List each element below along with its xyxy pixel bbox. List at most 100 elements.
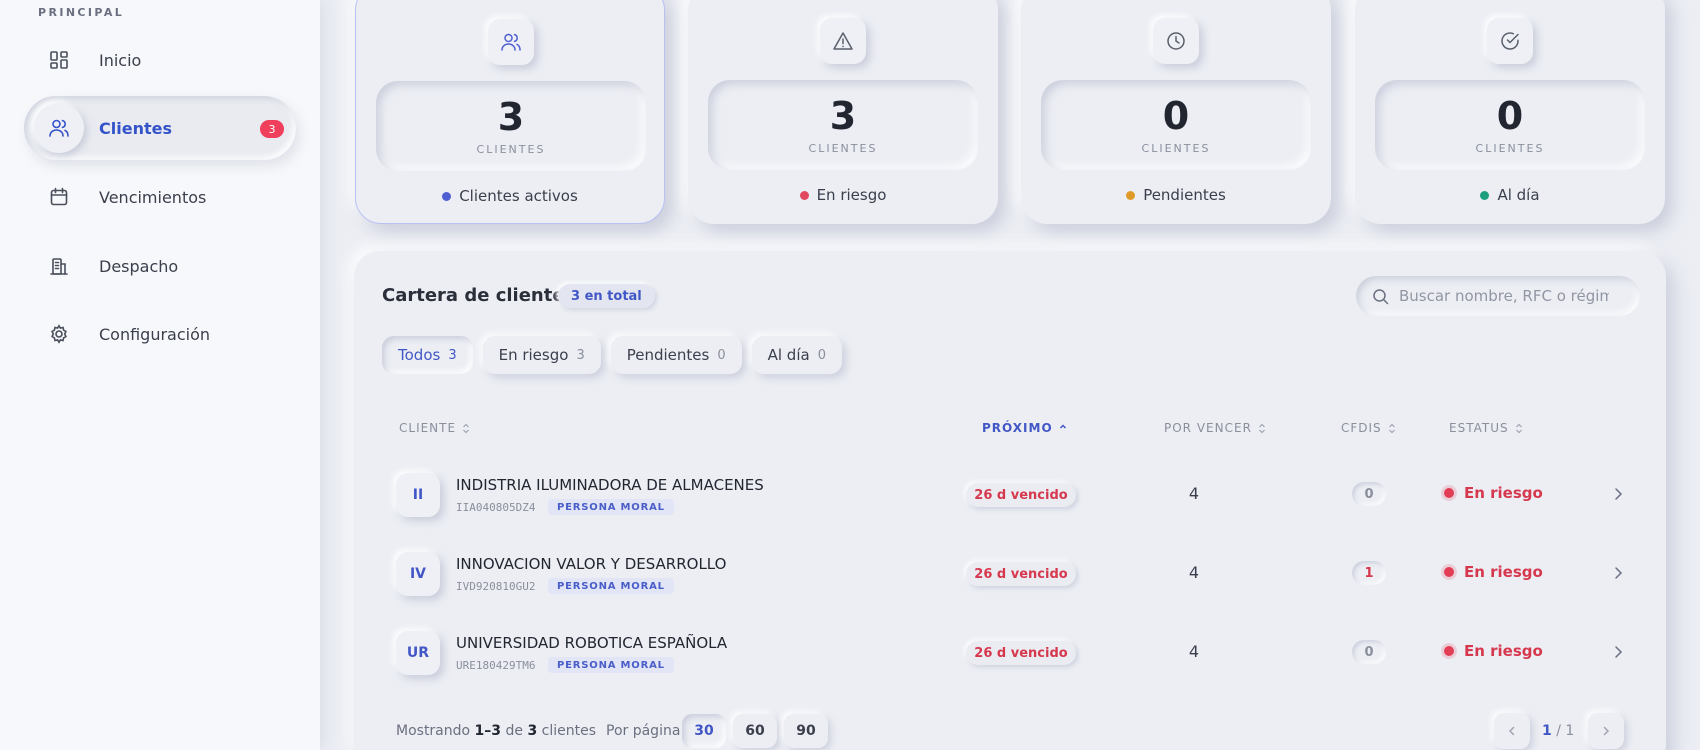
por-vencer-count: 4 <box>1188 642 1200 661</box>
stat-card-pendientes[interactable]: 0 CLIENTES Pendientes <box>1021 0 1331 224</box>
filter-tab-pendientes[interactable]: Pendientes 0 <box>610 336 742 374</box>
sort-ascending-icon <box>1059 423 1067 434</box>
client-name: UNIVERSIDAD ROBOTICA ESPAÑOLA <box>456 634 728 652</box>
stat-caption: Pendientes <box>1021 186 1331 204</box>
status-label: En riesgo <box>1464 563 1543 581</box>
cfdi-count: 0 <box>1352 640 1386 664</box>
sort-icon <box>462 423 470 434</box>
filter-tab-count: 0 <box>817 347 826 363</box>
clients-panel: Cartera de clientes 3 en total Todos 3 E… <box>354 251 1666 750</box>
client-avatar: IV <box>396 552 440 596</box>
filter-tab-al-dia[interactable]: Al día 0 <box>751 336 842 374</box>
table-row[interactable]: II INDISTRIA ILUMINADORA DE ALMACENES II… <box>354 460 1666 530</box>
building-icon <box>34 241 84 291</box>
column-header-label: POR VENCER <box>1164 421 1252 435</box>
column-header-label: ESTATUS <box>1449 421 1509 435</box>
sidebar-item-inicio[interactable]: Inicio <box>24 28 296 92</box>
stat-value-box: 3 CLIENTES <box>708 80 978 170</box>
filter-tab-label: Pendientes <box>626 346 710 364</box>
total-badge: 3 en total <box>558 284 655 308</box>
sidebar-section-title: PRINCIPAL <box>38 6 125 19</box>
sidebar: PRINCIPAL Inicio Clientes 3 Vencimientos… <box>0 0 320 750</box>
per-page-label: Por página <box>606 723 681 739</box>
sort-icon <box>1515 423 1523 434</box>
summary-text: clientes <box>541 723 596 739</box>
table-row[interactable]: UR UNIVERSIDAD ROBOTICA ESPAÑOLA URE1804… <box>354 618 1666 688</box>
stat-unit: CLIENTES <box>1141 142 1211 155</box>
status-dot <box>1444 567 1454 577</box>
stat-value: 0 <box>1162 94 1190 138</box>
column-header-cfdis[interactable]: CFDIS <box>1341 421 1396 435</box>
stat-unit: CLIENTES <box>476 143 546 156</box>
stat-caption: En riesgo <box>688 186 998 204</box>
users-icon <box>488 19 534 65</box>
summary-text: Mostrando <box>396 723 471 739</box>
por-vencer-count: 4 <box>1188 484 1200 503</box>
calendar-icon <box>34 172 84 222</box>
status-label: En riesgo <box>1464 642 1543 660</box>
stat-card-activos[interactable]: 3 CLIENTES Clientes activos <box>355 0 665 224</box>
sidebar-item-vencimientos[interactable]: Vencimientos <box>24 165 296 229</box>
column-header-estatus[interactable]: ESTATUS <box>1449 421 1523 435</box>
panel-title: Cartera de clientes <box>382 285 576 306</box>
search-icon <box>1372 288 1389 305</box>
sort-icon <box>1388 423 1396 434</box>
filter-tab-todos[interactable]: Todos 3 <box>382 336 473 374</box>
cfdi-count: 0 <box>1352 482 1386 506</box>
pager-status: 1 / 1 <box>1542 723 1574 739</box>
chevron-right-icon[interactable] <box>1608 484 1628 504</box>
due-badge: 26 d vencido <box>966 483 1076 507</box>
por-vencer-count: 4 <box>1188 563 1200 582</box>
status-label: En riesgo <box>1464 484 1543 502</box>
current-page: 1 <box>1542 723 1552 739</box>
column-header-proximo[interactable]: PRÓXIMO <box>982 421 1067 435</box>
stat-value-box: 0 CLIENTES <box>1041 80 1311 170</box>
chevron-left-icon <box>1505 724 1519 738</box>
client-type-badge: PERSONA MORAL <box>548 578 674 594</box>
page-size-60[interactable]: 60 <box>733 714 777 748</box>
column-header-cliente[interactable]: CLIENTE <box>399 421 470 435</box>
filter-tab-en-riesgo[interactable]: En riesgo 3 <box>482 336 601 374</box>
due-badge: 26 d vencido <box>966 641 1076 665</box>
stat-value-box: 3 CLIENTES <box>376 81 646 171</box>
stat-value-box: 0 CLIENTES <box>1375 80 1645 170</box>
table-row[interactable]: IV INNOVACION VALOR Y DESARROLLO IVD9208… <box>354 539 1666 609</box>
sidebar-item-clientes[interactable]: Clientes 3 <box>24 96 296 160</box>
status-dot <box>1126 190 1136 200</box>
sidebar-item-despacho[interactable]: Despacho <box>24 234 296 298</box>
users-icon <box>34 103 84 153</box>
stat-card-riesgo[interactable]: 3 CLIENTES En riesgo <box>688 0 998 224</box>
dashboard-icon <box>34 35 84 85</box>
stat-value: 3 <box>497 95 525 139</box>
page-size-30[interactable]: 30 <box>682 714 726 748</box>
chevron-right-icon[interactable] <box>1608 642 1628 662</box>
page-size-90[interactable]: 90 <box>784 714 828 748</box>
client-avatar: UR <box>396 631 440 675</box>
cfdi-count: 1 <box>1352 561 1386 585</box>
column-header-por-vencer[interactable]: POR VENCER <box>1164 421 1266 435</box>
stat-caption: Al día <box>1355 186 1665 204</box>
next-page-button[interactable] <box>1588 713 1624 749</box>
chevron-right-icon[interactable] <box>1608 563 1628 583</box>
column-header-label: CFDIS <box>1341 421 1382 435</box>
status-dot <box>1480 190 1490 200</box>
filter-tab-label: En riesgo <box>498 346 569 364</box>
stat-caption-text: Clientes activos <box>459 187 578 205</box>
search-input[interactable] <box>1399 287 1609 305</box>
client-name: INDISTRIA ILUMINADORA DE ALMACENES <box>456 476 764 494</box>
stat-unit: CLIENTES <box>1475 142 1545 155</box>
sidebar-item-label: Clientes <box>99 118 172 138</box>
gear-icon <box>34 309 84 359</box>
column-header-label: CLIENTE <box>399 421 457 435</box>
summary-total: 3 <box>527 723 538 739</box>
filter-tab-count: 3 <box>448 347 457 363</box>
stat-card-al-dia[interactable]: 0 CLIENTES Al día <box>1355 0 1665 224</box>
sidebar-item-label: Despacho <box>99 256 179 276</box>
sidebar-item-configuracion[interactable]: Configuración <box>24 302 296 366</box>
sidebar-item-label: Configuración <box>99 324 211 344</box>
pagination-summary: Mostrando 1–3 de 3 clientes <box>396 723 596 739</box>
search-box[interactable] <box>1356 276 1640 316</box>
client-type-badge: PERSONA MORAL <box>548 657 674 673</box>
prev-page-button[interactable] <box>1494 713 1530 749</box>
client-rfc: IIA040805DZ4 <box>456 501 536 514</box>
